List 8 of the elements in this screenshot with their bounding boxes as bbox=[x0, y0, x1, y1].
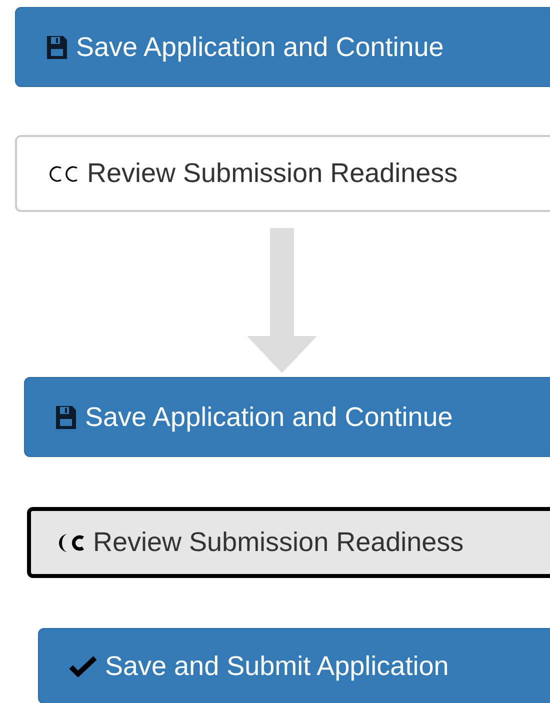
save-button[interactable]: Save Application and Continue bbox=[15, 7, 550, 87]
down-arrow-icon bbox=[247, 228, 317, 373]
cc-icon bbox=[47, 164, 79, 182]
save-button[interactable]: Save and Submit Application bbox=[38, 628, 550, 703]
save-button[interactable]: Save Application and Continue bbox=[24, 377, 550, 457]
review-button[interactable]: Review Submission Readiness bbox=[15, 135, 550, 212]
check-icon bbox=[69, 655, 97, 677]
review-button[interactable]: Review Submission Readiness bbox=[27, 507, 550, 578]
